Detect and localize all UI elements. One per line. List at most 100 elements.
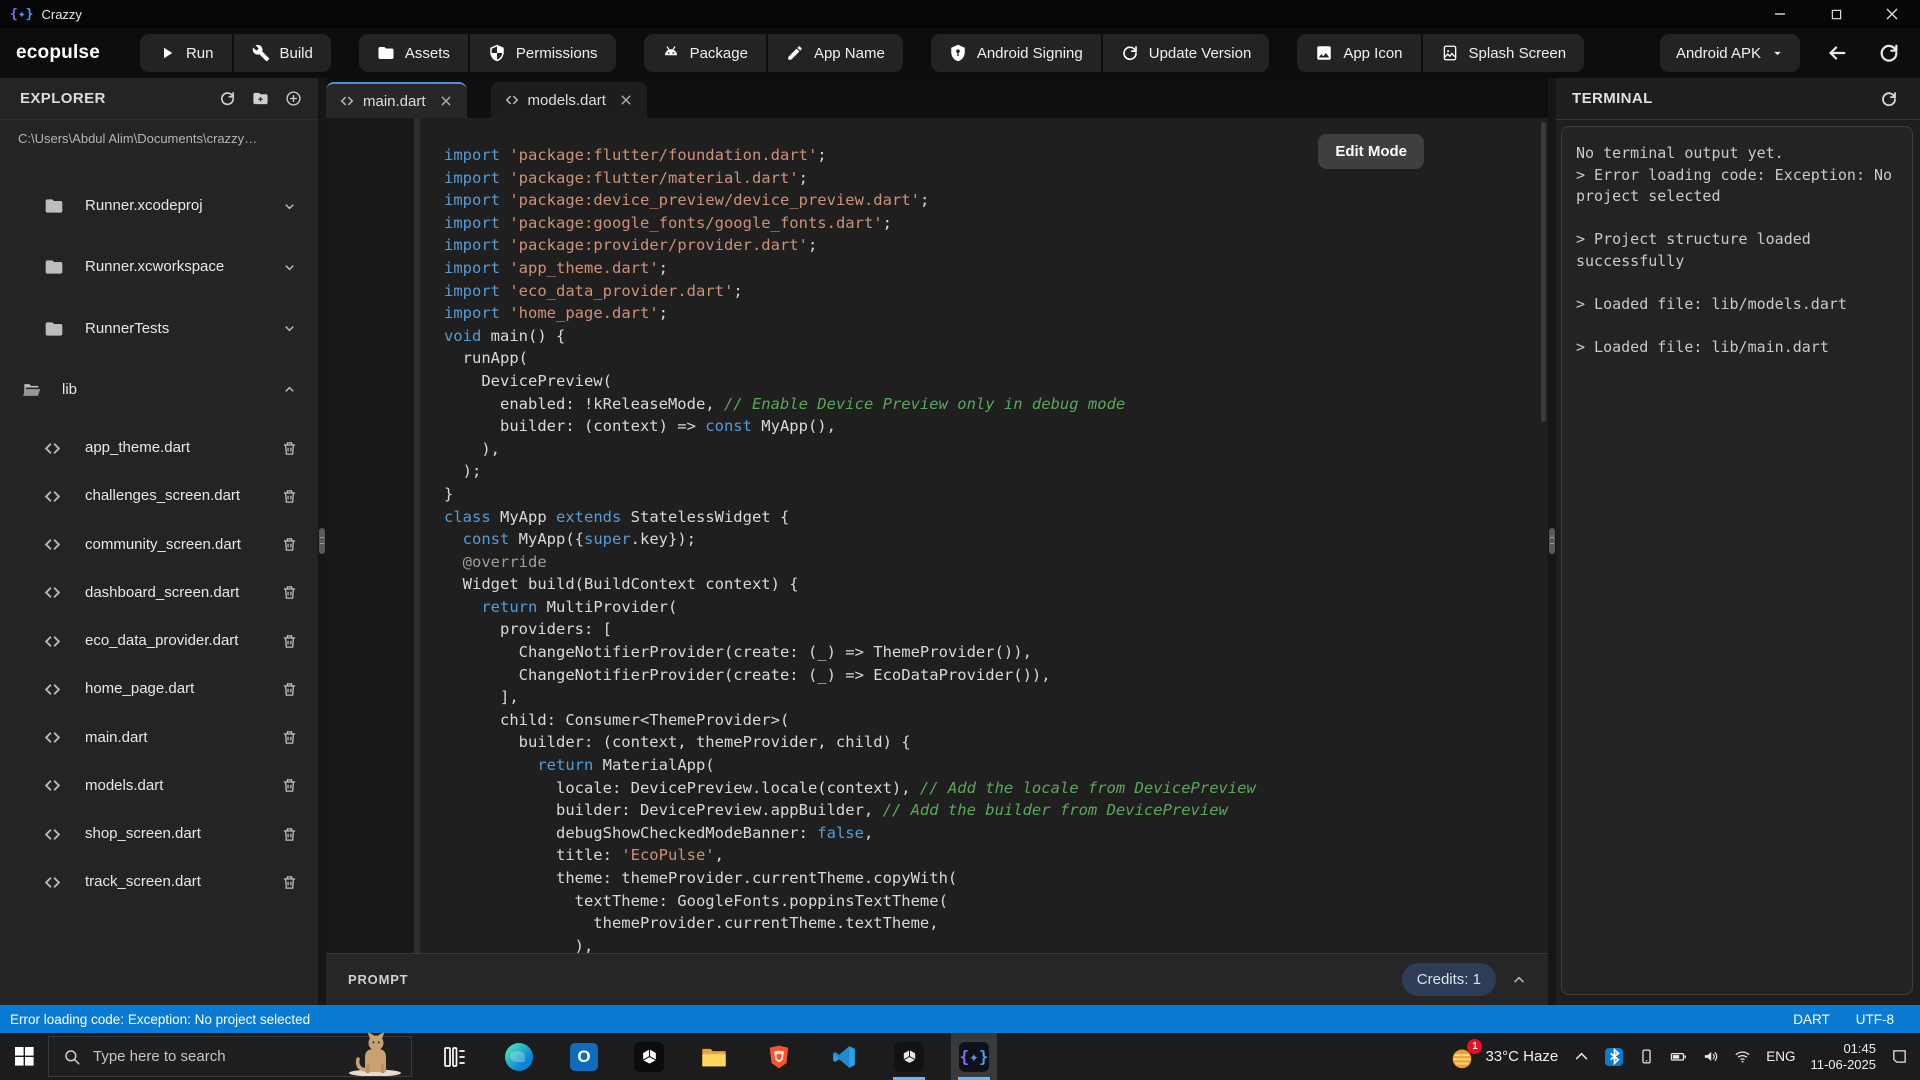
cat-image[interactable] xyxy=(339,1030,405,1076)
file-item-challenges_screen-dart[interactable]: challenges_screen.dart xyxy=(0,480,318,512)
prompt-expand-button[interactable] xyxy=(1512,973,1526,987)
folder-item-runnertests[interactable]: RunnerTests xyxy=(0,307,318,351)
taskbar-app-outlook[interactable]: O xyxy=(561,1033,607,1080)
taskbar-app-vscode[interactable] xyxy=(821,1033,867,1080)
trash-icon[interactable] xyxy=(281,874,298,891)
explorer-refresh-button[interactable] xyxy=(216,88,238,110)
code-content[interactable]: import 'package:flutter/foundation.dart'… xyxy=(420,118,1548,953)
editor-scrollbar[interactable] xyxy=(1541,122,1546,422)
taskbar-app-file-explorer[interactable] xyxy=(691,1033,737,1080)
tab-close-icon[interactable] xyxy=(619,93,633,107)
chevron-down-icon[interactable] xyxy=(281,259,298,276)
file-item-community_screen-dart[interactable]: community_screen.dart xyxy=(0,529,318,561)
run-button[interactable]: Run xyxy=(140,34,232,72)
status-language[interactable]: DART xyxy=(1793,1012,1830,1027)
unity-hub-icon xyxy=(894,1042,924,1072)
start-button[interactable] xyxy=(0,1033,48,1080)
chevron-up-icon[interactable] xyxy=(281,381,298,398)
splitter-handle[interactable] xyxy=(1549,528,1555,554)
network-button[interactable] xyxy=(1734,1048,1751,1065)
code-line: builder: (context) => const MyApp(), xyxy=(444,415,1548,438)
tray-expand-button[interactable] xyxy=(1573,1048,1590,1065)
file-item-home_page-dart[interactable]: home_page.dart xyxy=(0,673,318,705)
trash-icon[interactable] xyxy=(281,729,298,746)
splitter-handle[interactable] xyxy=(319,528,325,554)
build-target-dropdown[interactable]: Android APK xyxy=(1660,34,1800,72)
assets-button[interactable]: Assets xyxy=(359,34,468,72)
code-line: providers: [ xyxy=(444,618,1548,641)
update-version-button[interactable]: Update Version xyxy=(1103,34,1270,72)
code-line: return MultiProvider( xyxy=(444,596,1548,619)
file-item-shop_screen-dart[interactable]: shop_screen.dart xyxy=(0,818,318,850)
input-language[interactable]: ENG xyxy=(1766,1049,1795,1064)
refresh-icon xyxy=(1878,42,1900,64)
volume-button[interactable] xyxy=(1702,1048,1719,1065)
terminal-refresh-button[interactable] xyxy=(1874,84,1904,114)
credits-badge[interactable]: Credits: 1 xyxy=(1402,963,1496,996)
taskbar-app-edge[interactable] xyxy=(496,1033,542,1080)
tab-close-icon[interactable] xyxy=(439,94,453,108)
chevron-up-icon xyxy=(1512,973,1526,987)
trash-icon[interactable] xyxy=(281,633,298,650)
package-button[interactable]: Package xyxy=(644,34,766,72)
android-signing-button[interactable]: Android Signing xyxy=(931,34,1101,72)
permissions-button[interactable]: Permissions xyxy=(470,34,616,72)
status-encoding[interactable]: UTF-8 xyxy=(1856,1012,1894,1027)
taskbar-app-brave[interactable] xyxy=(756,1033,802,1080)
splash-screen-button[interactable]: Splash Screen xyxy=(1423,34,1585,72)
terminal-splitter[interactable] xyxy=(1548,78,1556,1005)
minimize-button[interactable] xyxy=(1752,0,1808,28)
bluetooth-button[interactable] xyxy=(1605,1048,1623,1066)
chevron-down-icon[interactable] xyxy=(281,320,298,337)
file-item-track_screen-dart[interactable]: track_screen.dart xyxy=(0,866,318,898)
button-label: Splash Screen xyxy=(1469,45,1567,62)
close-button[interactable] xyxy=(1864,0,1920,28)
taskbar-app-unity-hub[interactable] xyxy=(886,1033,932,1080)
edit-mode-button[interactable]: Edit Mode xyxy=(1318,134,1424,169)
tab-models-dart[interactable]: models.dart xyxy=(491,82,647,118)
weather-widget[interactable]: 1 33°C Haze xyxy=(1448,1043,1558,1071)
file-item-eco_data_provider-dart[interactable]: eco_data_provider.dart xyxy=(0,625,318,657)
taskbar-app-crazzy[interactable]: {✦} xyxy=(951,1033,997,1080)
trash-icon[interactable] xyxy=(281,826,298,843)
folder-item-runner.xcodeproj[interactable]: Runner.xcodeproj xyxy=(0,184,318,228)
file-item-app_theme-dart[interactable]: app_theme.dart xyxy=(0,432,318,464)
outlook-icon: O xyxy=(570,1043,598,1071)
sidebar-splitter[interactable] xyxy=(318,78,326,1005)
trash-icon[interactable] xyxy=(281,681,298,698)
battery-button[interactable] xyxy=(1670,1048,1687,1065)
system-tray: 1 33°C Haze xyxy=(1448,1041,1920,1073)
file-tree: Runner.xcodeproj Runner.xcworkspace Runner… xyxy=(0,184,318,915)
app-name-button[interactable]: App Name xyxy=(768,34,903,72)
taskbar-search[interactable] xyxy=(48,1036,412,1077)
file-item-main-dart[interactable]: main.dart xyxy=(0,722,318,754)
app-icon-button[interactable]: App Icon xyxy=(1297,34,1420,72)
action-center-button[interactable] xyxy=(1891,1048,1908,1065)
folder-item-lib[interactable]: lib xyxy=(0,368,318,412)
code-file-icon xyxy=(44,584,61,601)
phone-link-button[interactable] xyxy=(1638,1048,1655,1065)
trash-icon[interactable] xyxy=(281,488,298,505)
new-folder-button[interactable] xyxy=(249,88,271,110)
code-line: child: Consumer<ThemeProvider>( xyxy=(444,709,1548,732)
taskbar-app-unity[interactable] xyxy=(626,1033,672,1080)
maximize-button[interactable] xyxy=(1808,0,1864,28)
code-editor[interactable]: import 'package:flutter/foundation.dart'… xyxy=(326,118,1548,953)
reload-button[interactable] xyxy=(1874,38,1904,68)
trash-icon[interactable] xyxy=(281,536,298,553)
file-item-models-dart[interactable]: models.dart xyxy=(0,770,318,802)
task-view-button[interactable] xyxy=(431,1033,477,1080)
file-item-dashboard_screen-dart[interactable]: dashboard_screen.dart xyxy=(0,577,318,609)
trash-icon[interactable] xyxy=(281,440,298,457)
chevron-down-icon[interactable] xyxy=(281,198,298,215)
new-file-button[interactable] xyxy=(282,88,304,110)
build-button[interactable]: Build xyxy=(234,34,331,72)
back-button[interactable] xyxy=(1822,38,1852,68)
trash-icon[interactable] xyxy=(281,777,298,794)
app-window: {✦} Crazzy ecopulse RunBuildAssetsPermis… xyxy=(0,0,1920,1080)
trash-icon[interactable] xyxy=(281,584,298,601)
terminal-output[interactable]: No terminal output yet.> Error loading c… xyxy=(1561,126,1913,995)
folder-item-runner.xcworkspace[interactable]: Runner.xcworkspace xyxy=(0,245,318,289)
clock[interactable]: 01:45 11-06-2025 xyxy=(1810,1041,1876,1073)
tab-main-dart[interactable]: main.dart xyxy=(326,82,467,118)
